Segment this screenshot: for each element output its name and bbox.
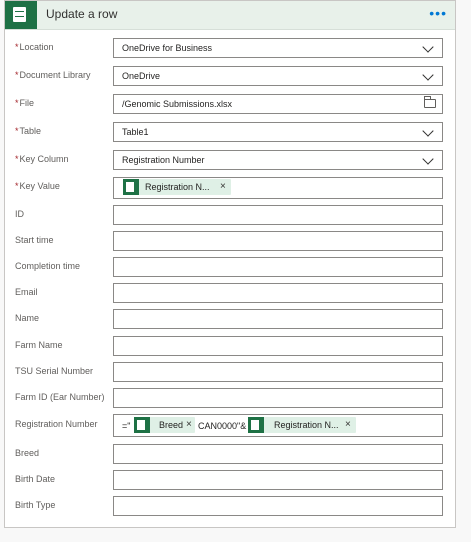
completion-time-input[interactable] — [113, 257, 443, 277]
farm-name-label: Farm Name — [15, 340, 63, 350]
token-label: Breed — [159, 420, 184, 430]
completion-time-label: Completion time — [15, 261, 81, 271]
breed-token[interactable]: Breed × — [134, 417, 195, 433]
table-label: *Table — [15, 126, 42, 136]
id-row: ID — [5, 205, 455, 227]
excel-icon — [123, 179, 139, 195]
chevron-down-icon[interactable] — [422, 41, 434, 53]
birth-type-label: Birth Type — [15, 500, 56, 510]
table-value: Table1 — [122, 127, 149, 137]
document-library-row: *Document Library OneDrive — [5, 66, 455, 88]
email-input[interactable] — [113, 283, 443, 303]
file-row: *File /Genomic Submissions.xlsx — [5, 94, 455, 116]
token-label: Registration N... — [274, 420, 339, 430]
email-label: Email — [15, 287, 38, 297]
birth-type-input[interactable] — [113, 496, 443, 516]
key-value-input[interactable]: Registration N... × — [113, 177, 443, 199]
key-column-value: Registration Number — [122, 155, 205, 165]
breed-label: Breed — [15, 448, 40, 458]
tsu-serial-number-label: TSU Serial Number — [15, 366, 94, 376]
key-column-label: *Key Column — [15, 154, 69, 164]
expression-prefix: =" — [122, 421, 131, 431]
farm-name-row: Farm Name — [5, 336, 455, 358]
registration-number-token[interactable]: Registration N... × — [123, 179, 231, 195]
birth-date-row: Birth Date — [5, 470, 455, 492]
card-header[interactable]: Update a row ••• — [5, 1, 455, 30]
document-library-dropdown[interactable]: OneDrive — [113, 66, 443, 86]
location-value: OneDrive for Business — [122, 43, 213, 53]
document-library-value: OneDrive — [122, 71, 161, 81]
farm-name-input[interactable] — [113, 336, 443, 356]
table-row: *Table Table1 — [5, 122, 455, 144]
location-dropdown[interactable]: OneDrive for Business — [113, 38, 443, 58]
birth-date-input[interactable] — [113, 470, 443, 490]
excel-icon — [248, 417, 264, 433]
token-label: Registration N... — [145, 182, 210, 192]
start-time-input[interactable] — [113, 231, 443, 251]
registration-number-row: Registration Number =" Breed × CAN0000"&… — [5, 414, 455, 437]
farm-id-label: Farm ID (Ear Number) — [15, 392, 105, 402]
email-row: Email — [5, 283, 455, 305]
registration-number-input[interactable]: =" Breed × CAN0000"& Registration N... × — [113, 414, 443, 437]
chevron-down-icon[interactable] — [422, 153, 434, 165]
location-label: *Location — [15, 42, 54, 52]
card-title: Update a row — [46, 7, 118, 21]
key-column-dropdown[interactable]: Registration Number — [113, 150, 443, 170]
document-library-label: *Document Library — [15, 70, 91, 80]
tsu-serial-number-row: TSU Serial Number — [5, 362, 455, 384]
more-options-icon[interactable]: ••• — [429, 5, 447, 21]
file-value: /Genomic Submissions.xlsx — [122, 99, 233, 109]
key-value-row: *Key Value Registration N... × — [5, 177, 455, 199]
name-label: Name — [15, 313, 40, 323]
registration-number-label: Registration Number — [15, 419, 98, 429]
birth-date-label: Birth Date — [15, 474, 56, 484]
start-time-label: Start time — [15, 235, 54, 245]
id-label: ID — [15, 209, 24, 219]
birth-type-row: Birth Type — [5, 496, 455, 518]
remove-token-icon[interactable]: × — [186, 419, 192, 430]
table-dropdown[interactable]: Table1 — [113, 122, 443, 142]
breed-input[interactable] — [113, 444, 443, 464]
registration-number-token[interactable]: Registration N... × — [248, 417, 356, 433]
name-row: Name — [5, 309, 455, 331]
completion-time-row: Completion time — [5, 257, 455, 279]
key-column-row: *Key Column Registration Number — [5, 150, 455, 172]
name-input[interactable] — [113, 309, 443, 329]
excel-icon — [134, 417, 150, 433]
chevron-down-icon[interactable] — [422, 125, 434, 137]
key-value-label: *Key Value — [15, 181, 60, 191]
tsu-serial-number-input[interactable] — [113, 362, 443, 382]
location-row: *Location OneDrive for Business — [5, 38, 455, 60]
folder-icon[interactable] — [424, 96, 436, 108]
expression-middle: CAN0000"& — [198, 421, 247, 431]
breed-row: Breed — [5, 444, 455, 466]
file-label: *File — [15, 98, 35, 108]
file-picker[interactable]: /Genomic Submissions.xlsx — [113, 94, 443, 114]
farm-id-input[interactable] — [113, 388, 443, 408]
update-row-card: Update a row ••• *Location OneDrive for … — [4, 0, 456, 528]
farm-id-row: Farm ID (Ear Number) — [5, 388, 455, 410]
id-input[interactable] — [113, 205, 443, 225]
start-time-row: Start time — [5, 231, 455, 253]
chevron-down-icon[interactable] — [422, 69, 434, 81]
remove-token-icon[interactable]: × — [345, 419, 351, 430]
excel-icon — [5, 1, 37, 29]
remove-token-icon[interactable]: × — [220, 181, 226, 192]
